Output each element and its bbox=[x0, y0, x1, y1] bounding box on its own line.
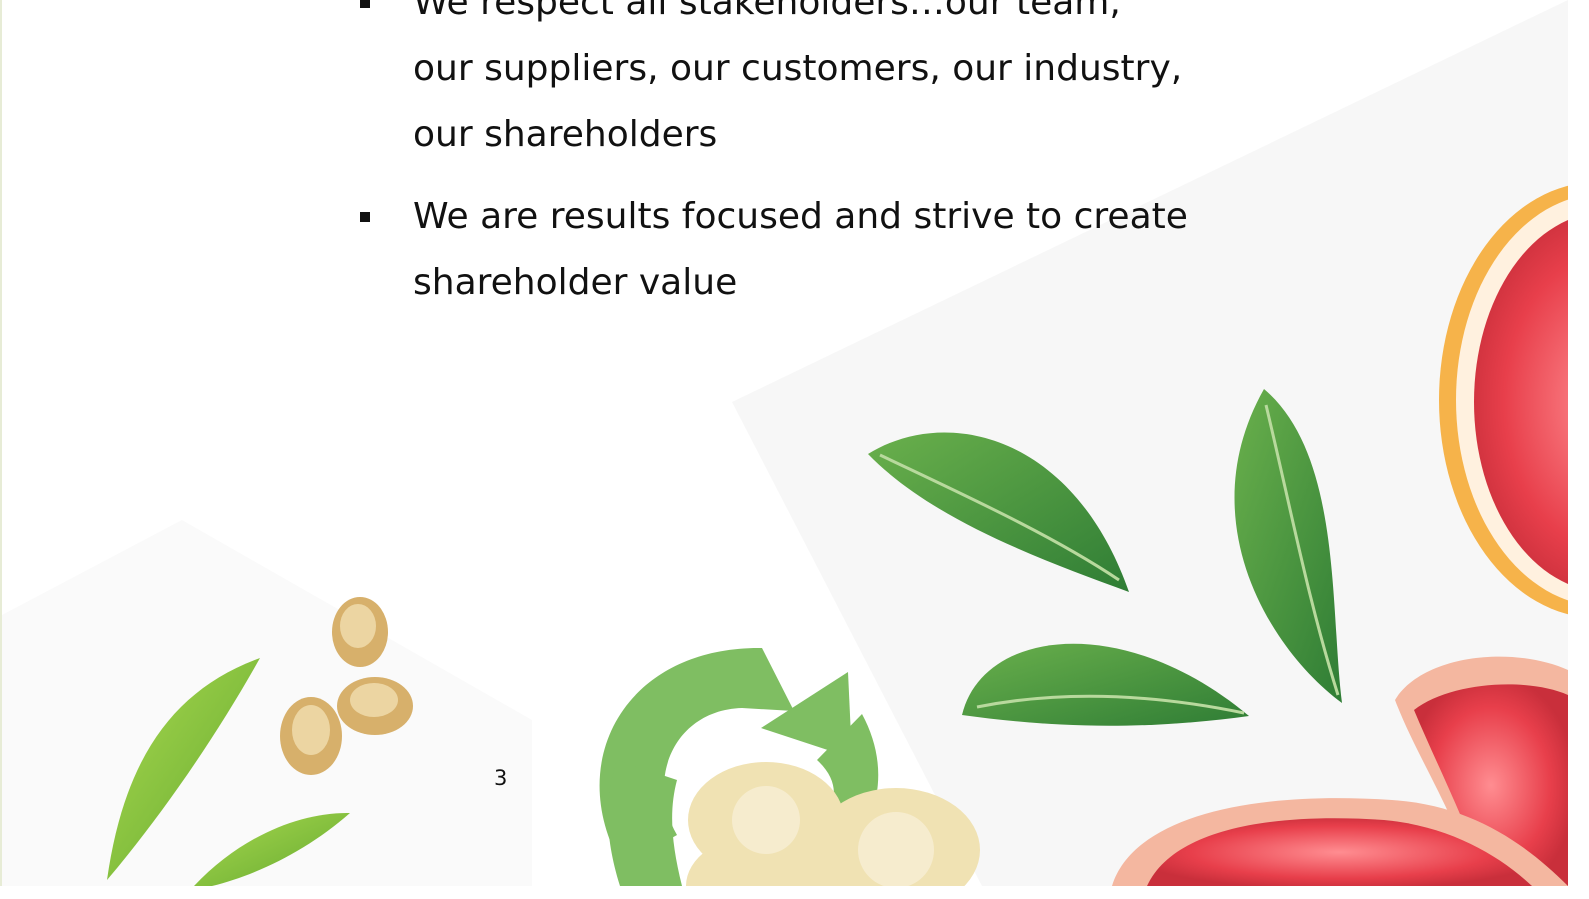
bottom-margin bbox=[0, 886, 1589, 899]
bullet-text: We are results focused and strive to cre… bbox=[413, 196, 1188, 303]
bullet-item: We are results focused and strive to cre… bbox=[358, 184, 1188, 316]
presentation-slide: We respect all stakeholders…our team, ou… bbox=[2, 0, 1568, 886]
value-bullet-list: We respect all stakeholders…our team, ou… bbox=[358, 0, 1188, 332]
slide-canvas: We respect all stakeholders…our team, ou… bbox=[0, 0, 1589, 899]
right-margin bbox=[1568, 0, 1589, 899]
bullet-item: We respect all stakeholders…our team, ou… bbox=[358, 0, 1188, 168]
page-number: 3 bbox=[494, 766, 508, 790]
square-bullet-icon bbox=[358, 0, 372, 36]
square-bullet-icon bbox=[358, 184, 372, 250]
bullet-text: We respect all stakeholders…our team, ou… bbox=[413, 0, 1183, 155]
